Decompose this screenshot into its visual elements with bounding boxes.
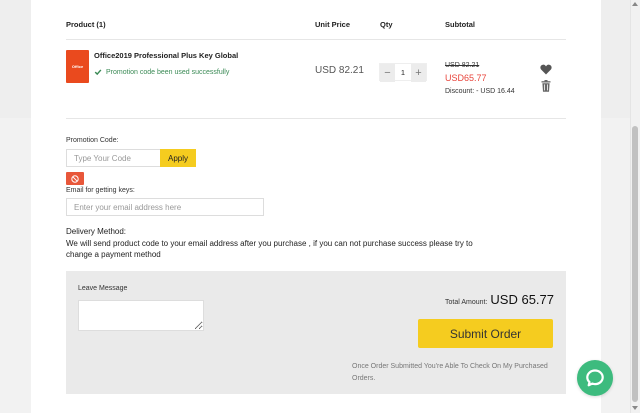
promo-code-label: Promotion Code: [66,137,119,144]
cart-card: Product (1) Unit Price Qty Subtotal Offi… [31,0,601,413]
no-entry-icon [71,174,79,183]
subtotal: USD65.77 [445,73,487,83]
delivery-method: Delivery Method: We will send product co… [66,226,486,261]
heart-icon[interactable] [540,64,552,75]
header-unit-price: Unit Price [315,20,351,29]
apply-button[interactable]: Apply [160,149,196,167]
header-product: Product (1) [66,20,106,29]
email-input[interactable] [66,198,264,216]
chat-button[interactable] [577,360,613,396]
scroll-up-icon[interactable] [632,2,638,6]
unit-price: USD 82.21 [315,65,364,76]
scrollbar-thumb[interactable] [632,126,638,402]
total-amount: Total Amount: USD 65.77 [445,292,554,307]
email-label: Email for getting keys: [66,187,135,194]
delivery-text: We will send product code to your email … [66,238,473,260]
qty-value[interactable]: 1 [395,64,411,80]
product-thumbnail-text: Office [71,64,84,69]
delivery-title: Delivery Method: [66,227,127,236]
check-icon [94,69,102,76]
total-amount-value: USD 65.77 [490,292,554,307]
qty-decrease-button[interactable]: − [380,64,395,82]
trash-icon[interactable] [541,80,551,92]
total-amount-label: Total Amount: [444,299,488,306]
order-note: Once Order Submitted You're Able To Chec… [352,363,548,382]
original-subtotal: USD 82.21 [445,62,480,69]
header-qty: Qty [380,20,393,29]
leave-message-label: Leave Message [78,285,128,292]
product-name[interactable]: Office2019 Professional Plus Key Global [94,51,238,60]
promo-code-input[interactable] [66,149,160,167]
header-subtotal: Subtotal [445,20,475,29]
quantity-stepper: − 1 + [379,63,427,82]
discount: Discount: - USD 16.44 [445,88,515,95]
submit-order-button[interactable]: Submit Order [418,319,553,348]
promo-status-text: Promotion code been used successfully [106,68,230,76]
item-divider [66,118,566,119]
chat-bubble-icon [586,369,604,387]
promo-status: Promotion code been used successfully [94,68,229,76]
order-panel: Leave Message Total Amount: USD 65.77 Su… [66,271,566,394]
product-thumbnail[interactable]: Office [66,50,89,83]
scroll-down-icon[interactable] [632,406,638,410]
qty-increase-button[interactable]: + [411,64,426,82]
header-divider [66,39,566,40]
leave-message-textarea[interactable] [78,300,204,331]
clear-promo-button[interactable] [66,172,84,185]
